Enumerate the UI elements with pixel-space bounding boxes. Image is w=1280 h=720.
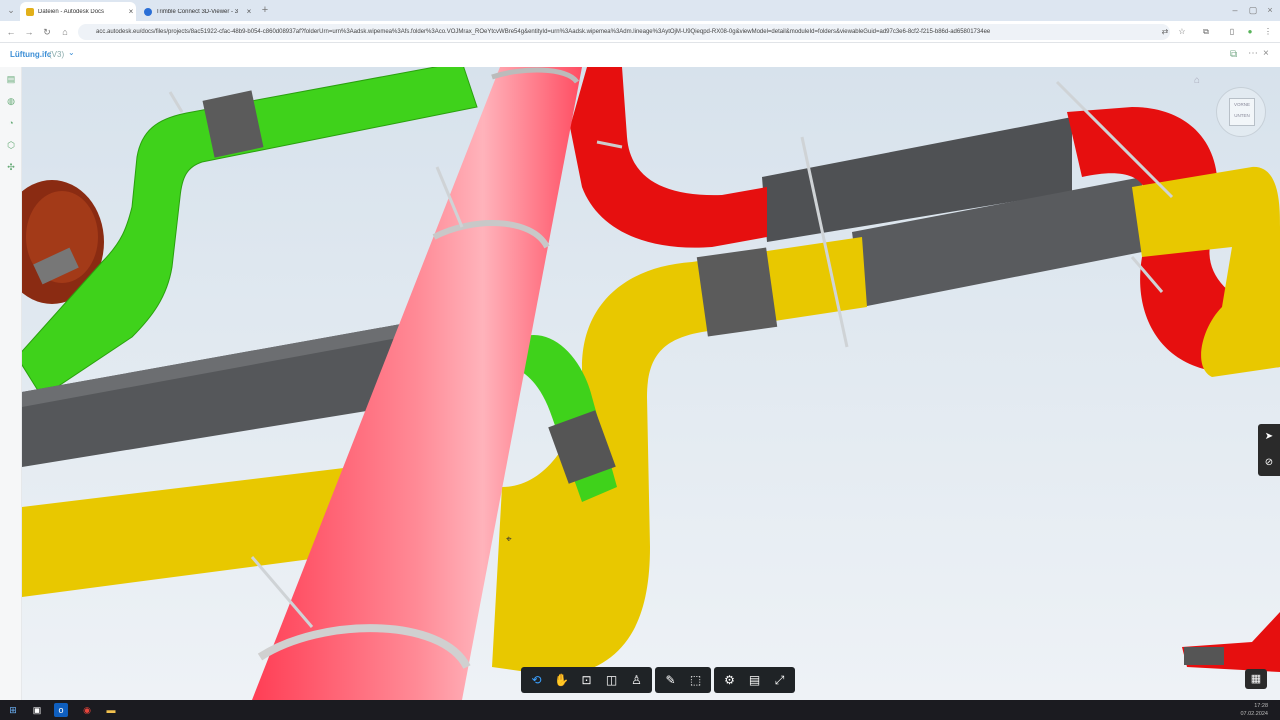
bookmark-star-icon[interactable]: ☆: [1176, 26, 1188, 38]
forward-arrow-icon[interactable]: →: [22, 25, 36, 39]
check-circle-icon[interactable]: ⊘: [1258, 450, 1280, 476]
url-field[interactable]: acc.autodesk.eu/docs/files/projects/8ac5…: [78, 24, 1170, 40]
side-panel-icon[interactable]: ▯: [1226, 26, 1238, 38]
browser-menu-icon[interactable]: ⋮: [1262, 26, 1274, 38]
tab-autodesk-docs[interactable]: Dateien - Autodesk Docs ×: [20, 2, 136, 21]
more-options-icon[interactable]: ⋯: [1248, 48, 1258, 59]
measure-icon[interactable]: ✎: [658, 667, 683, 693]
walk-icon[interactable]: ♙: [624, 667, 649, 693]
minimize-icon[interactable]: –: [1228, 3, 1242, 17]
clock-date: 07.02.2024: [1240, 711, 1268, 717]
check-circle-icon[interactable]: ◔: [5, 117, 17, 129]
reload-icon[interactable]: ↻: [40, 25, 54, 39]
close-tab-icon[interactable]: ×: [244, 7, 254, 16]
url-text: acc.autodesk.eu/docs/files/projects/8ac5…: [96, 29, 991, 35]
cursor-select-icon[interactable]: ➤: [1258, 424, 1280, 450]
model-scene[interactable]: [22, 67, 1280, 700]
version-chevron-down-icon[interactable]: ⌄: [68, 48, 75, 57]
close-viewer-icon[interactable]: ×: [1263, 48, 1269, 59]
extensions-icon[interactable]: ⧉: [1200, 26, 1212, 38]
viewer-toolbar: ⟲ ✋ ⊡ ◫ ♙ ✎ ⬚ ⚙ ▤ ⤢: [521, 667, 795, 693]
tab-title: Trimble Connect 3D-Viewer - 3: [156, 8, 239, 15]
section-box-icon[interactable]: ⬚: [683, 667, 708, 693]
left-tool-rail: ▤ ◍ ◔ ⬡ ✣: [0, 67, 22, 700]
3d-viewport[interactable]: ⌂ VORNE UNTEN ➤ ⊘ ⟲ ✋ ⊡ ◫ ♙ ✎ ⬚ ⚙ ▤ ⤢ ▦ …: [22, 67, 1280, 700]
system-clock: 17:28 07.02.2024: [1240, 702, 1268, 718]
settings-tools-group: ⚙ ▤ ⤢: [714, 667, 795, 693]
navigation-tools-group: ⟲ ✋ ⊡ ◫ ♙: [521, 667, 652, 693]
cube-icon[interactable]: ⬡: [5, 139, 17, 151]
globe-icon[interactable]: ◍: [5, 95, 17, 107]
viewcube[interactable]: VORNE UNTEN: [1216, 87, 1266, 137]
translate-icon[interactable]: ⇄: [1159, 26, 1171, 38]
windows-taskbar: ⊞ ▣ o ◉ ▬ 17:28 07.02.2024: [0, 700, 1280, 720]
profile-avatar-icon[interactable]: ●: [1244, 26, 1256, 38]
browser-tab-strip: ⌄ Dateien - Autodesk Docs × Trimble Conn…: [0, 0, 1280, 21]
camera-icon[interactable]: ◫: [599, 667, 624, 693]
viewcube-front-label: VORNE: [1233, 102, 1250, 107]
pan-hand-icon[interactable]: ✋: [549, 667, 574, 693]
fullscreen-icon[interactable]: ⤢: [767, 667, 792, 693]
home-icon[interactable]: ⌂: [58, 25, 72, 39]
chrome-icon[interactable]: ◉: [80, 703, 94, 717]
properties-icon[interactable]: ▤: [742, 667, 767, 693]
right-floating-panel: ➤ ⊘: [1258, 424, 1280, 476]
app-header: Lüftung.ifc (V3) ⌄ ⧉ ⋯ ×: [0, 43, 1280, 67]
task-view-icon[interactable]: ▣: [30, 703, 44, 717]
home-view-icon[interactable]: ⌂: [1194, 75, 1200, 86]
address-bar-row: ← → ↻ ⌂ acc.autodesk.eu/docs/files/proje…: [0, 21, 1280, 43]
back-arrow-icon[interactable]: ←: [4, 25, 18, 39]
windows-start-icon[interactable]: ⊞: [6, 703, 20, 717]
model-name-link[interactable]: Lüftung.ifc: [10, 50, 51, 59]
clock-time: 17:28: [1254, 703, 1268, 709]
viewcube-face[interactable]: VORNE UNTEN: [1229, 98, 1255, 126]
settings-gear-icon[interactable]: ⚙: [717, 667, 742, 693]
file-explorer-icon[interactable]: ▬: [104, 703, 118, 717]
outlook-icon[interactable]: o: [54, 703, 68, 717]
mouse-cursor-icon: ⌖: [506, 534, 512, 545]
grid-layout-icon[interactable]: ▦: [1245, 669, 1267, 689]
model-version-label: (V3): [49, 50, 65, 59]
close-tab-icon[interactable]: ×: [126, 7, 136, 16]
viewcube-bottom-label: UNTEN: [1234, 113, 1250, 118]
autodesk-favicon-icon: [26, 7, 34, 16]
trimble-favicon-icon: [144, 7, 152, 16]
fit-view-icon[interactable]: ⊡: [574, 667, 599, 693]
sitemap-icon[interactable]: ✣: [5, 161, 17, 173]
new-tab-button[interactable]: +: [258, 3, 272, 17]
tab-title: Dateien - Autodesk Docs: [38, 8, 105, 15]
copy-layout-icon[interactable]: ⧉: [1230, 49, 1237, 60]
analysis-tools-group: ✎ ⬚: [655, 667, 711, 693]
tab-search-icon[interactable]: ⌄: [4, 3, 18, 17]
orbit-icon[interactable]: ⟲: [524, 667, 549, 693]
close-window-icon[interactable]: ×: [1263, 3, 1277, 17]
tab-trimble-connect[interactable]: Trimble Connect 3D-Viewer - 3 ×: [138, 2, 254, 21]
maximize-icon[interactable]: ▢: [1246, 3, 1260, 17]
layers-icon[interactable]: ▤: [5, 73, 17, 85]
